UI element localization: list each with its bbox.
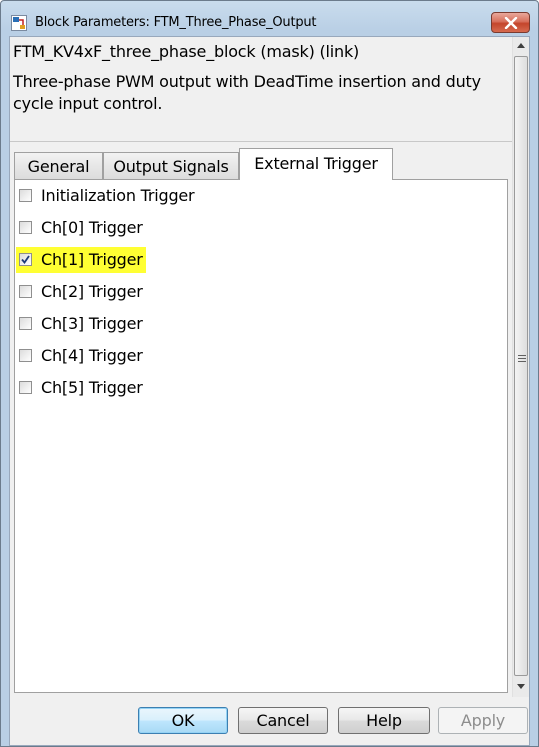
trigger-row-ch3[interactable]: Ch[3] Trigger	[15, 311, 215, 337]
button-bar: OK Cancel Help Apply	[10, 697, 529, 745]
scrollbar-thumb[interactable]	[514, 56, 528, 676]
trigger-row-ch0[interactable]: Ch[0] Trigger	[15, 215, 215, 241]
scroll-down-button[interactable]	[513, 678, 530, 695]
window-title: Block Parameters: FTM_Three_Phase_Output	[35, 15, 317, 30]
title-bar[interactable]: Block Parameters: FTM_Three_Phase_Output	[1, 1, 538, 35]
close-icon	[504, 17, 518, 29]
initialization-trigger-checkbox[interactable]	[19, 189, 32, 202]
cancel-button[interactable]: Cancel	[238, 707, 328, 734]
ch1-trigger-checkbox[interactable]	[19, 253, 32, 266]
trigger-label: Ch[4] Trigger	[41, 346, 143, 365]
scroll-down-arrow-icon	[517, 684, 525, 689]
ch5-trigger-checkbox[interactable]	[19, 381, 32, 394]
help-button[interactable]: Help	[338, 707, 430, 734]
trigger-label: Ch[2] Trigger	[41, 282, 143, 301]
trigger-row-ch1[interactable]: Ch[1] Trigger	[15, 247, 215, 273]
scroll-up-button[interactable]	[513, 37, 530, 54]
apply-button[interactable]: Apply	[438, 707, 528, 734]
mask-description: Three-phase PWM output with DeadTime ins…	[13, 72, 481, 113]
ch3-trigger-checkbox[interactable]	[19, 317, 32, 330]
scroll-up-arrow-icon	[517, 43, 525, 48]
trigger-row-initialization[interactable]: Initialization Trigger	[15, 183, 215, 209]
trigger-row-ch2[interactable]: Ch[2] Trigger	[15, 279, 215, 305]
ch2-trigger-checkbox[interactable]	[19, 285, 32, 298]
trigger-label: Ch[5] Trigger	[41, 378, 143, 397]
trigger-row-ch5[interactable]: Ch[5] Trigger	[15, 375, 215, 401]
divider	[10, 141, 512, 142]
simulink-block-icon	[11, 15, 27, 31]
close-button[interactable]	[491, 12, 530, 33]
tab-output-signals[interactable]: Output Signals	[103, 152, 239, 179]
tab-general[interactable]: General	[14, 152, 103, 179]
ch4-trigger-checkbox[interactable]	[19, 349, 32, 362]
mask-title: FTM_KV4xF_three_phase_block (mask) (link…	[13, 42, 360, 61]
block-parameters-dialog: Block Parameters: FTM_Three_Phase_Output…	[0, 0, 539, 747]
trigger-row-ch4[interactable]: Ch[4] Trigger	[15, 343, 215, 369]
trigger-label: Ch[1] Trigger	[41, 250, 143, 269]
trigger-label: Ch[3] Trigger	[41, 314, 143, 333]
dialog-client-area: FTM_KV4xF_three_phase_block (mask) (link…	[9, 36, 530, 746]
trigger-label: Ch[0] Trigger	[41, 218, 143, 237]
checkmark-icon	[21, 255, 30, 264]
tab-strip: General Output Signals External Trigger	[14, 148, 512, 181]
mask-description-panel: FTM_KV4xF_three_phase_block (mask) (link…	[10, 37, 512, 141]
external-trigger-panel: Initialization Trigger Ch[0] Trigger Ch[…	[14, 179, 508, 693]
grip-icon	[518, 355, 526, 362]
tab-external-trigger[interactable]: External Trigger	[239, 148, 393, 180]
ok-button[interactable]: OK	[138, 707, 228, 734]
ch0-trigger-checkbox[interactable]	[19, 221, 32, 234]
vertical-scrollbar[interactable]	[512, 37, 529, 697]
trigger-label: Initialization Trigger	[41, 186, 195, 205]
